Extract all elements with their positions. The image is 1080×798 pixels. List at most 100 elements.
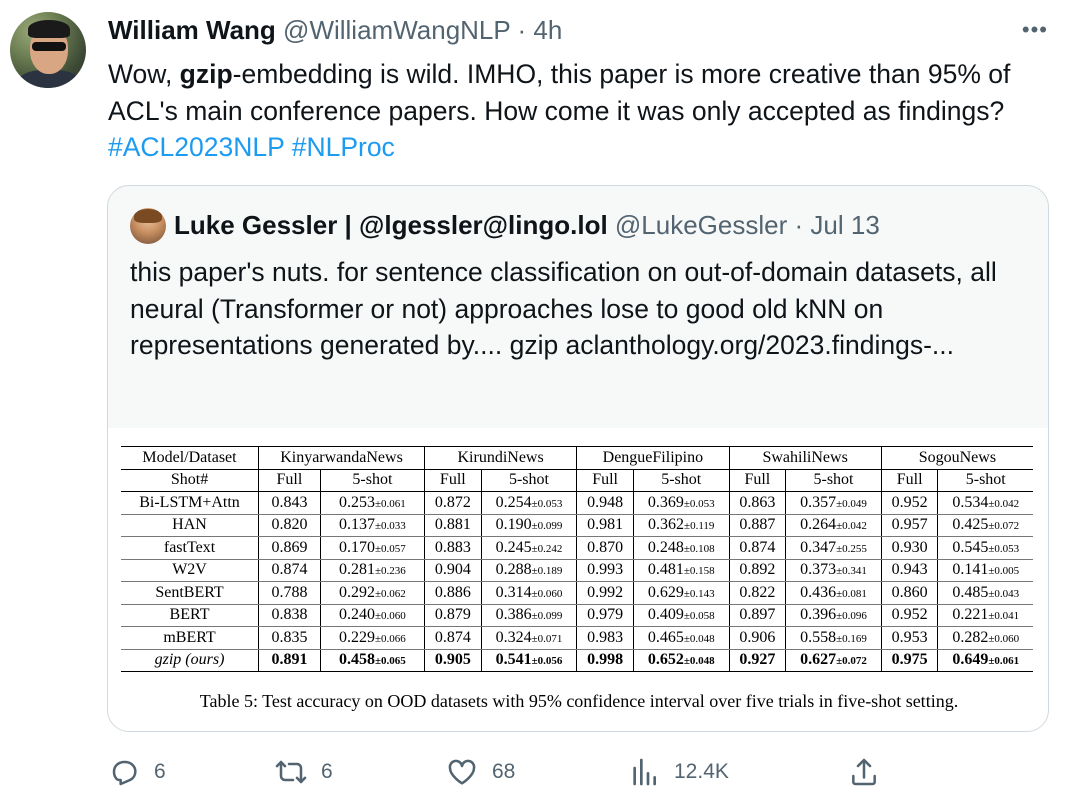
confidence-interval: ±0.053 — [683, 497, 715, 510]
full-score-cell: 0.953 — [880, 626, 938, 650]
like-count: 68 — [492, 760, 516, 783]
quoted-author-avatar[interactable] — [130, 208, 166, 244]
hashtag-link[interactable]: #ACL2023NLP — [108, 132, 284, 162]
fiveshot-score-value: 0.314 — [495, 583, 532, 601]
model-name-cell: SentBERT — [121, 581, 259, 605]
fiveshot-score-value: 0.481 — [647, 561, 684, 579]
confidence-interval: ±0.242 — [531, 542, 563, 555]
fiveshot-score-cell: 0.240±0.060 — [319, 604, 425, 627]
full-score-cell: 0.883 — [423, 536, 482, 560]
full-score-cell: 0.870 — [576, 536, 634, 560]
fiveshot-score-value: 0.386 — [495, 606, 532, 624]
quoted-tweet-time[interactable]: Jul 13 — [810, 210, 879, 240]
model-name-cell: W2V — [121, 559, 259, 582]
full-score-cell: 0.979 — [576, 604, 634, 627]
fiveshot-score-cell: 0.558±0.169 — [785, 626, 882, 650]
full-score-cell: 0.892 — [728, 559, 786, 582]
fiveshot-score-cell: 0.627±0.072 — [785, 649, 882, 672]
retweet-button[interactable]: 6 — [275, 752, 333, 792]
fiveshot-score-cell: 0.347±0.255 — [785, 536, 882, 560]
fiveshot-score-cell: 0.545±0.053 — [937, 536, 1033, 560]
fiveshot-score-value: 0.425 — [952, 516, 989, 534]
model-name-cell: BERT — [121, 604, 259, 627]
model-name-cell: HAN — [121, 514, 259, 537]
fiveshot-score-cell: 0.221±0.041 — [937, 604, 1033, 627]
retweet-icon — [275, 760, 307, 784]
avatar-sunglasses — [32, 42, 66, 51]
fiveshot-score-value: 0.629 — [647, 583, 684, 601]
fiveshot-score-cell: 0.314±0.060 — [480, 581, 577, 605]
author-avatar[interactable] — [10, 12, 86, 88]
fiveshot-score-cell: 0.253±0.061 — [319, 491, 425, 515]
fiveshot-score-cell: 0.386±0.099 — [480, 604, 577, 627]
fiveshot-score-value: 0.264 — [800, 516, 837, 534]
fiveshot-score-cell: 0.292±0.062 — [319, 581, 425, 605]
full-score-cell: 0.906 — [728, 626, 786, 650]
confidence-interval: ±0.108 — [683, 542, 715, 555]
reply-button[interactable]: 6 — [108, 752, 166, 792]
fiveshot-score-value: 0.253 — [339, 493, 375, 511]
table-row: mBERT 0.835 0.229±0.066 0.874 0.324±0.071 0.9… — [121, 626, 1033, 650]
shot-5-header: 5-shot — [632, 468, 729, 492]
full-score-cell: 0.874 — [258, 559, 321, 582]
quoted-author-name[interactable]: Luke Gessler | @lgessler@lingo.lol — [174, 210, 608, 240]
confidence-interval: ±0.049 — [836, 497, 867, 510]
like-button[interactable]: 68 — [446, 752, 515, 792]
fiveshot-score-value: 0.649 — [952, 651, 989, 669]
full-score-cell: 0.887 — [728, 514, 786, 537]
share-button[interactable] — [848, 752, 894, 792]
shot-full-header: Full — [728, 468, 786, 492]
table-row: gzip (ours) 0.891 0.458±0.065 0.905 0.541±0.… — [121, 649, 1033, 672]
fiveshot-score-value: 0.485 — [952, 583, 989, 601]
confidence-interval: ±0.058 — [683, 610, 715, 623]
fiveshot-score-value: 0.240 — [339, 606, 375, 624]
confidence-interval: ±0.081 — [836, 587, 867, 600]
tweet-actions: 6 6 68 12.4K — [108, 752, 1028, 792]
model-name-cell: Bi-LSTM+Attn — [121, 491, 259, 515]
fiveshot-score-value: 0.288 — [495, 561, 532, 579]
quoted-tweet-card[interactable]: Luke Gessler | @lgessler@lingo.lol @Luke… — [107, 185, 1049, 732]
confidence-interval: ±0.061 — [375, 497, 406, 510]
quoted-avatar-hair — [134, 209, 162, 223]
fiveshot-score-value: 0.141 — [952, 561, 989, 579]
full-score-cell: 0.952 — [880, 604, 938, 627]
fiveshot-score-cell: 0.396±0.096 — [785, 604, 882, 627]
confidence-interval: ±0.005 — [988, 565, 1020, 578]
tweet-time[interactable]: 4h — [533, 15, 562, 45]
table-row: SentBERT 0.788 0.292±0.062 0.886 0.314±0.060… — [121, 581, 1033, 605]
shot-header-row: Shot# Full 5-shot Full 5-shot Full 5-sho… — [121, 468, 1033, 492]
fiveshot-score-cell: 0.264±0.042 — [785, 514, 882, 537]
fiveshot-score-cell: 0.458±0.065 — [319, 649, 425, 672]
more-options-icon[interactable]: ••• — [1022, 14, 1048, 46]
confidence-interval: ±0.042 — [836, 520, 867, 533]
full-score-cell: 0.835 — [258, 626, 321, 650]
tweet-text-start: Wow, — [108, 59, 180, 89]
fiveshot-score-value: 0.324 — [495, 628, 532, 646]
quoted-author-handle[interactable]: @LukeGessler — [615, 210, 787, 240]
confidence-interval: ±0.065 — [375, 655, 406, 668]
quoted-header-separator: · — [794, 210, 804, 240]
confidence-interval: ±0.119 — [684, 520, 715, 533]
full-score-cell: 0.886 — [423, 581, 482, 605]
full-score-cell: 0.872 — [423, 491, 482, 515]
fiveshot-score-cell: 0.369±0.053 — [632, 491, 729, 515]
author-handle[interactable]: @WilliamWangNLP — [283, 15, 510, 45]
confidence-interval: ±0.053 — [988, 542, 1020, 555]
shot-label: Shot# — [121, 468, 259, 492]
hashtag-link[interactable]: #NLProc — [292, 132, 395, 162]
shot-full-header: Full — [576, 468, 634, 492]
full-score-cell: 0.822 — [728, 581, 786, 605]
quoted-tweet-image[interactable]: Model/Dataset KinyarwandaNews KirundiNew… — [108, 428, 1048, 731]
views-button[interactable]: 12.4K — [628, 752, 729, 792]
full-score-cell: 0.863 — [728, 491, 786, 515]
fiveshot-score-value: 0.281 — [339, 561, 375, 579]
author-name[interactable]: William Wang — [108, 15, 276, 45]
quoted-tweet-header: Luke Gessler | @lgessler@lingo.lol @Luke… — [174, 208, 880, 242]
confidence-interval: ±0.060 — [988, 632, 1020, 645]
fiveshot-score-value: 0.369 — [647, 493, 684, 511]
fiveshot-score-cell: 0.357±0.049 — [785, 491, 882, 515]
confidence-interval: ±0.255 — [836, 542, 867, 555]
confidence-interval: ±0.072 — [988, 520, 1020, 533]
reply-icon — [112, 760, 137, 786]
fiveshot-score-cell: 0.465±0.048 — [632, 626, 729, 650]
